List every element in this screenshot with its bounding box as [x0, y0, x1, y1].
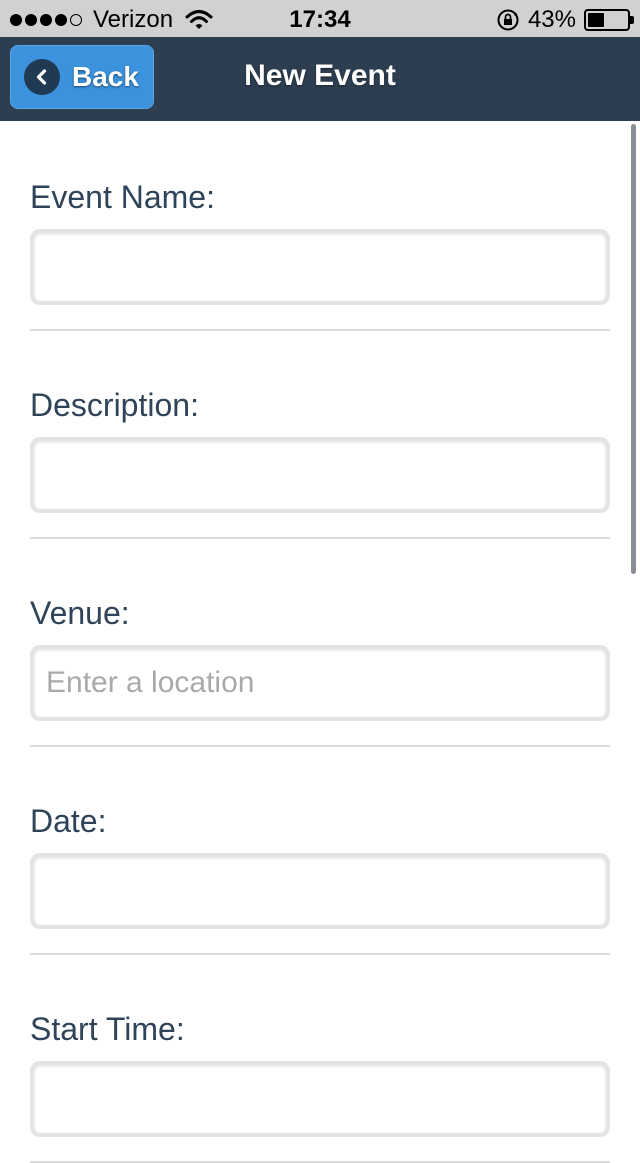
start-time-input[interactable] — [30, 1061, 610, 1137]
start-time-label: Start Time: — [30, 1011, 185, 1047]
battery-tip — [630, 16, 634, 24]
description-input[interactable] — [30, 437, 610, 513]
venue-input[interactable] — [30, 645, 610, 721]
event-name-label: Event Name: — [30, 179, 215, 215]
battery-icon — [584, 9, 634, 31]
page-title: New Event — [244, 59, 396, 92]
field-venue: Venue: — [30, 539, 610, 747]
status-right: 43% — [496, 6, 634, 34]
field-event-name: Event Name: — [30, 121, 610, 331]
status-bar: Verizon 17:34 43% — [0, 0, 640, 40]
date-input[interactable] — [30, 853, 610, 929]
field-start-time: Start Time: — [30, 955, 610, 1163]
event-form: Event Name: Description: Venue: Date: St… — [30, 121, 610, 1163]
field-date: Date: — [30, 747, 610, 955]
battery-fill — [588, 13, 605, 27]
scrollbar[interactable] — [631, 124, 636, 574]
rotation-lock-icon — [497, 9, 519, 31]
field-description: Description: — [30, 331, 610, 539]
event-name-input[interactable] — [30, 229, 610, 305]
nav-header: Back New Event — [0, 37, 640, 121]
venue-label: Venue: — [30, 595, 130, 631]
battery-percent: 43% — [527, 6, 576, 33]
description-label: Description: — [30, 387, 199, 423]
date-label: Date: — [30, 803, 107, 839]
